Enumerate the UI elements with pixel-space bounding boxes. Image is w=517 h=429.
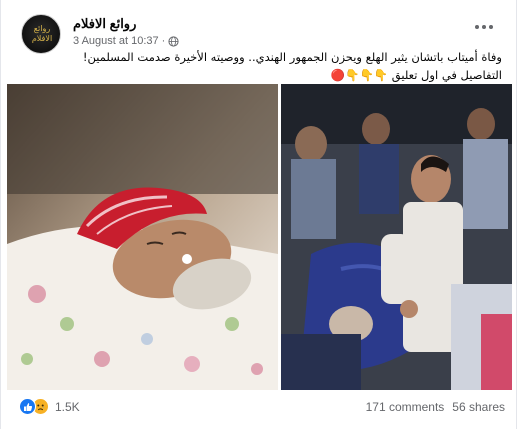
page-name-link[interactable]: روائع الافلام [73, 16, 136, 32]
photo-left-art [7, 84, 278, 390]
engagement-counts: 171 comments 56 shares [366, 400, 505, 414]
globe-icon [168, 35, 179, 47]
like-reaction-icon [19, 398, 36, 415]
post-text-line-2: التفاصيل في اول تعليق 👇👇👇🔴 [12, 66, 502, 84]
post-text-details: التفاصيل في اول تعليق [391, 68, 502, 82]
post-timestamp[interactable]: 3 August at 10:37 [73, 35, 159, 47]
post-meta: 3 August at 10:37 · [73, 35, 179, 47]
reactions-count: 1.5K [55, 399, 80, 414]
reactions-summary[interactable]: 1.5K [19, 398, 80, 415]
more-options-button[interactable] [469, 16, 499, 38]
post-images[interactable] [7, 84, 512, 390]
dot-icon [475, 25, 479, 29]
post-card: روائع الافلام روائع الافلام 3 August at … [0, 0, 517, 429]
dot-icon [489, 25, 493, 29]
post-text-line-1: وفاة أميتاب باتشان يثير الهلع ويحزن الجم… [82, 50, 502, 64]
dot-icon [482, 25, 486, 29]
post-photo-left[interactable] [7, 84, 278, 390]
post-footer: 1.5K 171 comments 56 shares [19, 398, 505, 418]
avatar-logo-text: روائع الافلام [31, 24, 53, 43]
meta-separator: · [161, 35, 166, 47]
post-photo-right[interactable] [281, 84, 512, 390]
shares-count-link[interactable]: 56 shares [452, 400, 505, 414]
comments-count-link[interactable]: 171 comments [366, 400, 445, 414]
post-text: وفاة أميتاب باتشان يثير الهلع ويحزن الجم… [12, 48, 502, 84]
photo-right-art [281, 84, 512, 390]
pointing-down-emojis: 👇👇👇🔴 [330, 68, 389, 82]
